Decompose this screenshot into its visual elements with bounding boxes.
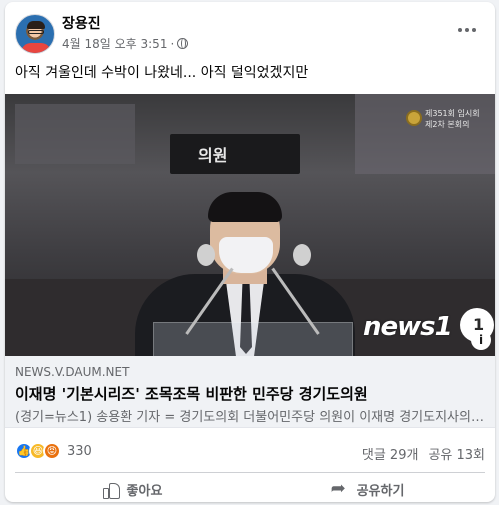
share-button-label: 공유하기 bbox=[356, 484, 405, 499]
reaction-count: 330 bbox=[67, 443, 92, 459]
reactions-summary[interactable]: 👍 😆 😡 330 bbox=[15, 442, 92, 460]
author-name[interactable]: 장용진 bbox=[62, 13, 101, 33]
post-meta: 4월 18일 오후 3:51 · bbox=[62, 35, 189, 52]
more-options-button[interactable] bbox=[455, 20, 479, 40]
engagement-counts: 댓글 29개 공유 13회 bbox=[362, 444, 485, 463]
avatar-shirt bbox=[21, 43, 51, 53]
image-person-mask bbox=[219, 237, 273, 273]
image-microphone bbox=[197, 244, 215, 266]
link-domain: NEWS.V.DAUM.NET bbox=[15, 365, 130, 379]
more-dot-icon bbox=[472, 28, 476, 32]
image-microphone bbox=[293, 244, 311, 266]
image-podium bbox=[153, 322, 353, 356]
link-preview-image[interactable]: 의원 제351회 임시회 제2차 본회의 news1 1 i bbox=[5, 94, 495, 356]
share-arrow-icon bbox=[331, 478, 349, 499]
post-header: 장용진 4월 18일 오후 3:51 · bbox=[5, 2, 495, 58]
link-title[interactable]: 이재명 '기본시리즈' 조목조목 비판한 민주당 경기도의원 bbox=[15, 383, 368, 404]
info-icon[interactable]: i bbox=[471, 330, 491, 350]
avatar-glasses bbox=[28, 30, 44, 34]
image-wall-panel bbox=[15, 104, 135, 164]
session-line1: 제351회 임시회 bbox=[425, 109, 480, 118]
image-nameplate: 의원 bbox=[170, 134, 300, 174]
session-line2: 제2차 본회의 bbox=[425, 120, 470, 129]
link-description: (경기=뉴스1) 송용환 기자 = 경기도의회 더불어민주당 의원이 이재명 경… bbox=[15, 410, 485, 425]
assembly-emblem-icon bbox=[406, 110, 422, 126]
more-dot-icon bbox=[465, 28, 469, 32]
action-bar: 좋아요 공유하기 bbox=[15, 472, 485, 500]
share-button[interactable]: 공유하기 bbox=[250, 473, 485, 500]
post-date[interactable]: 4월 18일 오후 3:51 bbox=[62, 35, 167, 52]
meta-separator: · bbox=[170, 36, 175, 51]
image-person-hair bbox=[208, 192, 282, 222]
post-card: 장용진 4월 18일 오후 3:51 · 아직 겨울인데 수박이 나왔네... … bbox=[5, 2, 495, 502]
post-stats: 👍 😆 😡 330 댓글 29개 공유 13회 bbox=[5, 430, 495, 470]
image-wall-panel bbox=[355, 94, 495, 174]
like-button-label: 좋아요 bbox=[126, 484, 163, 499]
more-dot-icon bbox=[458, 28, 462, 32]
post-text: 아직 겨울인데 수박이 나왔네... 아직 덜익었겠지만 bbox=[15, 65, 309, 81]
session-caption: 제351회 임시회 제2차 본회의 bbox=[425, 108, 480, 130]
link-preview-box[interactable]: NEWS.V.DAUM.NET 이재명 '기본시리즈' 조목조목 비판한 민주당… bbox=[5, 356, 495, 428]
shares-count[interactable]: 공유 13회 bbox=[428, 444, 485, 463]
comments-count[interactable]: 댓글 29개 bbox=[362, 444, 419, 463]
avatar-hair bbox=[27, 21, 45, 29]
avatar[interactable] bbox=[15, 14, 55, 54]
like-button[interactable]: 좋아요 bbox=[15, 473, 250, 500]
globe-icon[interactable] bbox=[177, 38, 189, 49]
angry-icon: 😡 bbox=[43, 442, 61, 460]
thumbs-up-icon bbox=[102, 482, 120, 499]
nameplate-text: 의원 bbox=[198, 146, 228, 165]
news1-watermark: news1 bbox=[363, 312, 453, 342]
